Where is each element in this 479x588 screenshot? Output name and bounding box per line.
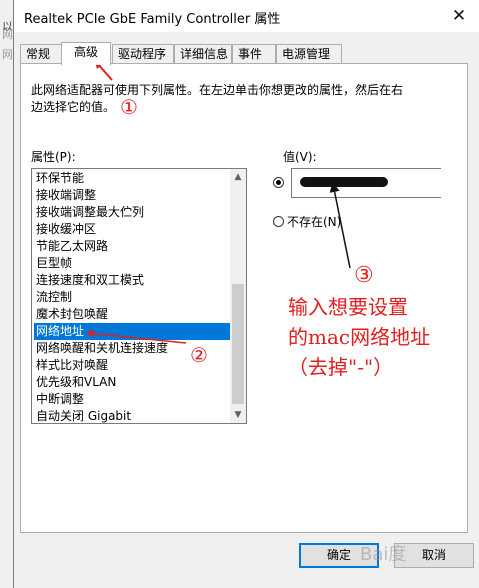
property-item-priority-vlan[interactable]: 优先级和VLAN	[34, 374, 231, 391]
property-item-eee[interactable]: 节能乙太网路	[34, 238, 231, 255]
property-item-interrupt-moderation[interactable]: 中断调整	[34, 391, 231, 408]
property-label: 属性(P):	[31, 150, 76, 164]
scroll-thumb[interactable]	[232, 284, 244, 404]
property-item-speed-duplex[interactable]: 连接速度和双工模式	[34, 272, 231, 289]
tab-advanced[interactable]: 高级	[61, 42, 111, 65]
property-item-flow-control[interactable]: 流控制	[34, 289, 231, 306]
scroll-down-icon[interactable]: ▼	[230, 407, 246, 423]
property-listbox[interactable]: 环保节能 接收端调整 接收端调整最大伫列 接收缓冲区 节能乙太网路 巨型帧 连接…	[31, 168, 247, 424]
property-item-gigabit-lite[interactable]: 自动关闭 Gigabit	[34, 408, 231, 425]
description-line: 此网络适配器可使用下列属性。在左边单击你想更改的属性，然后在右	[31, 83, 404, 97]
annotation-note-line: 输入想要设置	[288, 295, 408, 319]
property-item-receive-buffers[interactable]: 接收缓冲区	[34, 221, 231, 238]
annotation-step-3: ③	[354, 263, 374, 288]
background-text: 网	[2, 48, 13, 61]
tab-events[interactable]: 事件	[232, 44, 276, 64]
tab-power-management[interactable]: 电源管理	[276, 44, 342, 64]
title-bar[interactable]: Realtek PCIe GbE Family Controller 属性 ✕	[14, 0, 479, 32]
watermark: Bai度	[360, 544, 407, 565]
scroll-up-icon[interactable]: ▲	[230, 169, 246, 185]
property-item-network-address[interactable]: 网络地址	[34, 323, 231, 340]
annotation-step-1: ①	[120, 95, 138, 119]
tab-details[interactable]: 详细信息	[174, 44, 232, 64]
listbox-scrollbar[interactable]: ▲ ▼	[230, 169, 246, 423]
not-exist-label[interactable]: 不存在(N)	[287, 213, 341, 230]
property-item-jumbo-frame[interactable]: 巨型帧	[34, 255, 231, 272]
description-text: 此网络适配器可使用下列属性。在左边单击你想更改的属性，然后在右 边选择它的值。	[31, 82, 411, 116]
value-label: 值(V):	[283, 150, 317, 164]
value-input[interactable]	[291, 168, 441, 198]
annotation-note-line: （去掉"-"）	[288, 355, 394, 379]
annotation-note-line: 的mac网络地址	[288, 325, 431, 349]
annotation-step-2: ②	[190, 343, 208, 367]
close-icon[interactable]: ✕	[446, 4, 472, 28]
background-window: 以 网 网	[0, 0, 14, 588]
window-title: Realtek PCIe GbE Family Controller 属性	[24, 12, 281, 27]
value-radio[interactable]	[273, 177, 284, 188]
not-exist-radio[interactable]	[273, 216, 284, 227]
description-line: 边选择它的值。	[31, 100, 116, 114]
property-item-eco[interactable]: 环保节能	[34, 170, 231, 187]
property-item-rss[interactable]: 接收端调整	[34, 187, 231, 204]
property-item-rss-queues[interactable]: 接收端调整最大伫列	[34, 204, 231, 221]
background-text: 网	[2, 28, 13, 41]
tab-general[interactable]: 常规	[20, 44, 62, 64]
tab-driver[interactable]: 驱动程序	[112, 44, 174, 64]
redacted-value-mark	[300, 177, 388, 187]
annotation-note: 输入想要设置 的mac网络地址 （去掉"-"）	[288, 292, 430, 382]
property-item-magic-packet[interactable]: 魔术封包唤醒	[34, 306, 231, 323]
